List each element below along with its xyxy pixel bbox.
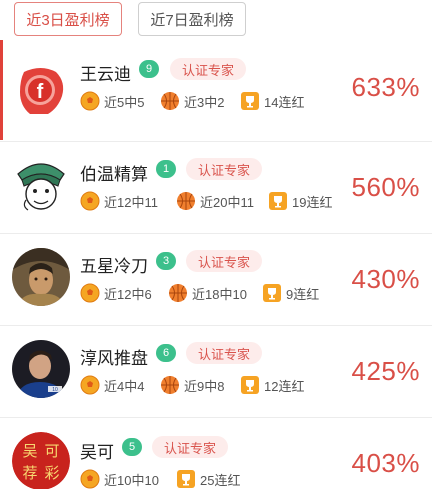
recent-record-2: 近18中10 xyxy=(168,282,247,304)
expert-row[interactable]: 10 淳风推盘 6 认证专家 近4中4 近9中8 12连红 425% xyxy=(0,326,432,418)
avatar xyxy=(12,248,70,306)
recent-record-text: 近12中6 xyxy=(104,286,152,302)
profit-rate: 403% xyxy=(351,448,420,478)
win-streak-text: 19连红 xyxy=(292,194,333,210)
expert-row[interactable]: f 王云迪 9 认证专家 近5中5 近3中2 14连红 633% xyxy=(0,50,432,142)
avatar-seal-char: 彩 xyxy=(44,464,59,482)
win-streak: 19连红 xyxy=(268,190,332,212)
expert-row[interactable]: 伯温精算 1 认证专家 近12中11 近20中11 19连红 560% xyxy=(0,142,432,234)
soccer-ball-icon xyxy=(80,469,100,489)
certified-badge: 认证专家 xyxy=(186,158,263,180)
recent-record-2: 近3中2 xyxy=(160,90,224,112)
rank-badge: 3 xyxy=(156,252,176,270)
tab-3-day[interactable]: 近3日盈利榜 xyxy=(14,2,122,36)
recent-record-text: 近3中2 xyxy=(184,94,225,110)
win-streak: 9连红 xyxy=(262,282,319,304)
svg-text:f: f xyxy=(37,81,44,103)
recent-record: 近10中10 xyxy=(80,468,159,489)
win-streak-text: 14连红 xyxy=(264,94,305,110)
trophy-icon xyxy=(241,92,259,110)
avatar: 吴 可荐彩 xyxy=(12,432,70,489)
recent-record-text: 近20中11 xyxy=(200,194,254,210)
soccer-ball-icon xyxy=(80,191,100,211)
recent-record-2: 近20中11 xyxy=(176,190,254,212)
expert-name: 王云迪 xyxy=(80,65,131,84)
avatar: 10 xyxy=(12,340,70,398)
certified-badge: 认证专家 xyxy=(186,342,263,364)
win-streak-text: 9连红 xyxy=(286,286,320,302)
rank-badge: 9 xyxy=(139,60,159,78)
certified-badge: 认证专家 xyxy=(170,58,247,80)
recent-record: 近12中6 xyxy=(80,282,152,304)
profit-rate: 425% xyxy=(351,356,420,386)
recent-record: 近4中4 xyxy=(80,374,144,396)
rank-badge: 6 xyxy=(156,344,176,362)
recent-record-text: 近12中11 xyxy=(104,194,158,210)
recent-record-text: 近5中5 xyxy=(104,94,145,110)
rank-badge: 1 xyxy=(156,160,176,178)
profit-rate: 633% xyxy=(351,72,420,102)
soccer-ball-icon xyxy=(80,283,100,303)
recent-record-text: 近4中4 xyxy=(104,378,145,394)
avatar-seal-char: 可 xyxy=(44,442,59,460)
win-streak: 14连红 xyxy=(240,90,304,112)
recent-record-text: 近10中10 xyxy=(104,472,159,488)
basketball-icon xyxy=(177,192,195,210)
avatar xyxy=(12,156,70,214)
recent-record: 近5中5 xyxy=(80,90,144,112)
win-streak: 25连红 xyxy=(176,468,240,489)
win-streak-text: 25连红 xyxy=(200,472,241,488)
trophy-icon xyxy=(269,192,287,210)
basketball-icon xyxy=(161,376,179,394)
svg-text:10: 10 xyxy=(52,387,58,393)
basketball-icon xyxy=(161,92,179,110)
win-streak: 12连红 xyxy=(240,374,304,396)
recent-record-text: 近9中8 xyxy=(184,378,225,394)
expert-name: 伯温精算 xyxy=(80,165,148,184)
rank-badge: 5 xyxy=(122,438,142,456)
trophy-icon xyxy=(241,376,259,394)
basketball-icon xyxy=(169,284,187,302)
ranking-tabs: 近3日盈利榜 近7日盈利榜 xyxy=(0,0,432,44)
profit-rate: 430% xyxy=(351,264,420,294)
recent-record: 近12中11 xyxy=(80,190,158,212)
recent-record-text: 近18中10 xyxy=(192,286,247,302)
expert-name: 吴可 xyxy=(80,443,114,462)
avatar: f xyxy=(12,62,70,120)
expert-name: 淳风推盘 xyxy=(80,349,148,368)
trophy-icon xyxy=(177,470,195,488)
expert-row[interactable]: 五星冷刀 3 认证专家 近12中6 近18中10 9连红 430% xyxy=(0,234,432,326)
trophy-icon xyxy=(263,284,281,302)
recent-record-2: 近9中8 xyxy=(160,374,224,396)
certified-badge: 认证专家 xyxy=(152,436,229,458)
expert-row[interactable]: 吴 可荐彩 吴可 5 认证专家 近10中10 25连红 403% xyxy=(0,418,432,489)
profit-rate: 560% xyxy=(351,172,420,202)
soccer-ball-icon xyxy=(80,91,100,111)
tab-7-day[interactable]: 近7日盈利榜 xyxy=(138,2,246,36)
avatar-seal-text: 吴 xyxy=(22,442,37,460)
soccer-ball-icon xyxy=(80,375,100,395)
avatar-seal-char: 荐 xyxy=(22,464,37,482)
certified-badge: 认证专家 xyxy=(186,250,263,272)
expert-name: 五星冷刀 xyxy=(80,257,148,276)
win-streak-text: 12连红 xyxy=(264,378,305,394)
